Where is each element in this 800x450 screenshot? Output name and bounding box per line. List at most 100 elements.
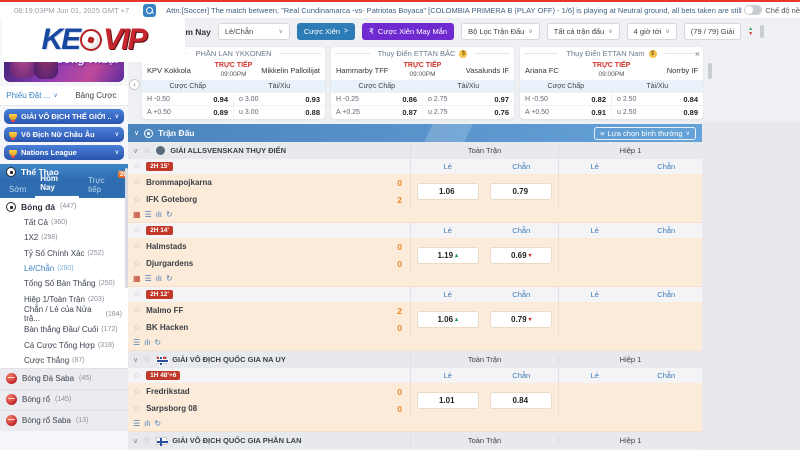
sidebar-item-saba-basketball[interactable]: Bóng rổ Saba (13) <box>0 410 128 431</box>
chevron-down-icon[interactable]: ∨ <box>133 147 138 155</box>
sidebar-item-world-cup[interactable]: GIẢI VÔ ĐỊCH THẾ GIỚI ... ∨ <box>4 109 124 124</box>
tab-bet-board[interactable]: Bảng Cược <box>64 86 128 105</box>
tab-bet-slip[interactable]: Phiếu Đặt ... ∨ <box>0 86 64 105</box>
star-icon[interactable]: ☆ <box>133 289 141 300</box>
star-icon[interactable]: ☆ <box>133 177 141 188</box>
league-count-chip[interactable]: (79 / 79) Giải <box>684 23 741 40</box>
refresh-icon[interactable]: ↻ <box>166 210 173 220</box>
star-icon[interactable]: ☆ <box>133 161 141 172</box>
home-team: Malmo FF <box>146 306 392 315</box>
star-icon[interactable]: ☆ <box>133 258 141 269</box>
star-icon[interactable]: ☆ <box>133 386 141 397</box>
stats-icon[interactable]: ılı <box>156 274 162 284</box>
star-icon[interactable]: ☆ <box>133 225 141 236</box>
search-icon[interactable] <box>143 4 156 17</box>
pitch-view-icon[interactable]: ▦ <box>133 274 141 284</box>
sort-icon[interactable]: ▲ ▼ <box>748 27 753 36</box>
all-matches-select[interactable]: Tất cả trận đấu ∨ <box>547 23 620 40</box>
featured-panel[interactable]: Thụy Điển ETTAN Nam$ Ariana FC TRỰC TIẾP… <box>520 47 703 119</box>
stats-icon[interactable]: ılı <box>144 338 150 348</box>
star-icon[interactable]: ☆ <box>143 354 151 365</box>
bet-type-select[interactable]: Lẻ/Chẵn ∨ <box>218 23 290 40</box>
league-header[interactable]: ∨ ☆ GIẢI ALLSVENSKAN THỤY ĐIỂN Toàn Trận… <box>128 142 702 159</box>
handicap-odds-cell[interactable]: A +0.250.87 <box>331 106 422 118</box>
odd-odds-button[interactable]: 1.06 <box>417 183 479 200</box>
markets-list-icon[interactable]: ☰ <box>145 274 152 284</box>
sidebar-item-all[interactable]: Tất Cả(360) <box>0 215 128 230</box>
star-icon[interactable]: ☆ <box>143 145 151 156</box>
home-team: Brommapojkarna <box>146 178 392 187</box>
odd-odds-button[interactable]: 1.01 <box>417 392 479 409</box>
even-odds-button[interactable]: 0.79▾ <box>490 311 552 328</box>
over-odds-cell[interactable]: o 3.000.93 <box>233 93 325 105</box>
lucky-parlay-button[interactable]: ₹ Cược Xiên May Mắn <box>362 23 454 40</box>
featured-panel[interactable]: Thụy Điển ETTAN BẮC$ Hammarby TFF TRỰC T… <box>331 47 514 119</box>
sidebar-item-1x2[interactable]: 1X2(298) <box>0 230 128 245</box>
odd-odds-button[interactable]: 1.06▴ <box>417 311 479 328</box>
handicap-odds-cell[interactable]: A +0.500.89 <box>142 106 233 118</box>
sidebar-item-correct-score[interactable]: Tỷ Số Chính Xác(252) <box>0 246 128 261</box>
panels-scrollbar[interactable] <box>708 63 712 79</box>
chevron-down-icon[interactable]: ∨ <box>133 437 138 445</box>
star-icon[interactable]: ☆ <box>133 194 141 205</box>
stats-icon[interactable]: ılı <box>144 419 150 429</box>
stats-icon[interactable]: ılı <box>156 210 162 220</box>
sidebar-item-saba-football[interactable]: Bóng Đá Saba (45) <box>0 368 128 389</box>
league-header[interactable]: ∨ ☆ GIẢI VÔ ĐỊCH QUỐC GIA PHẦN LAN Toàn … <box>128 432 702 449</box>
refresh-icon[interactable]: ↻ <box>154 419 161 429</box>
handicap-odds-cell[interactable]: H -0.500.82 <box>520 93 611 105</box>
handicap-odds-cell[interactable]: H -0.500.94 <box>142 93 233 105</box>
sidebar-item-odd-even[interactable]: Lẻ/Chẵn(280) <box>0 261 128 276</box>
markets-list-icon[interactable]: ☰ <box>145 210 152 220</box>
sidebar-item-football[interactable]: Bóng đá (447) <box>0 198 128 215</box>
close-icon[interactable]: × <box>695 49 700 59</box>
even-odds-button[interactable]: 0.84 <box>490 392 552 409</box>
star-icon[interactable]: ☆ <box>133 403 141 414</box>
odd-odds-button[interactable]: 1.19▴ <box>417 247 479 264</box>
pitch-view-icon[interactable]: ▦ <box>133 210 141 220</box>
star-icon[interactable]: ☆ <box>133 241 141 252</box>
sidebar-item-nations-league[interactable]: Nations League ∨ <box>4 145 124 160</box>
coin-icon: $ <box>649 50 657 58</box>
markets-list-icon[interactable]: ☰ <box>133 338 140 348</box>
tab-today[interactable]: Hôm Nay <box>35 172 79 198</box>
even-odds-button[interactable]: 0.69▾ <box>490 247 552 264</box>
toolbar-scrollbar[interactable] <box>760 25 764 38</box>
dark-mode-toggle[interactable] <box>744 5 762 15</box>
league-header[interactable]: ∨ ☆ GIẢI VÔ ĐỊCH QUỐC GIA NA UY Toàn Trậ… <box>128 351 702 368</box>
under-odds-cell[interactable]: u 2.500.89 <box>611 106 703 118</box>
parlay-button[interactable]: Cược Xiên > <box>297 23 355 40</box>
over-odds-cell[interactable]: o 2.500.84 <box>611 93 703 105</box>
live-label: TRỰC TIẾP <box>215 62 253 69</box>
collapse-panels-button[interactable]: ‹ <box>129 79 140 90</box>
sidebar-item-half-odd-even[interactable]: Chẵn / Lẻ của Nửa trậ...(184) <box>0 307 128 322</box>
match-filter-select[interactable]: Bộ Lọc Trận Đấu ∨ <box>461 23 540 40</box>
time-window-select[interactable]: 4 giờ tới ∨ <box>627 23 677 40</box>
sidebar-item-womens-euro[interactable]: Vô Địch Nữ Châu Âu ∨ <box>4 127 124 142</box>
chevron-down-icon[interactable]: ∨ <box>134 129 139 137</box>
sidebar-item-mix-parlay[interactable]: Cá Cược Tổng Hợp(318) <box>0 337 128 352</box>
tab-live[interactable]: Trực tiếp 203 <box>83 174 124 198</box>
star-icon[interactable]: ☆ <box>143 435 151 446</box>
refresh-icon[interactable]: ↻ <box>166 274 173 284</box>
sidebar-item-total-goals[interactable]: Tổng Số Bàn Thắng(250) <box>0 276 128 291</box>
sidebar-item-outright[interactable]: Cược Thắng(87) <box>0 353 128 368</box>
star-icon[interactable]: ☆ <box>133 305 141 316</box>
under-odds-cell[interactable]: u 2.750.76 <box>422 106 514 118</box>
even-odds-button[interactable]: 0.79 <box>490 183 552 200</box>
tab-early[interactable]: Sớm <box>4 183 31 198</box>
keovip-logo[interactable]: KE VIP <box>2 18 185 62</box>
dark-mode-toggle-group[interactable]: Chế độ nề <box>744 5 800 15</box>
sidebar-item-basketball[interactable]: Bóng rổ (145) <box>0 389 128 410</box>
star-icon[interactable]: ☆ <box>133 322 141 333</box>
markets-list-icon[interactable]: ☰ <box>133 419 140 429</box>
over-odds-cell[interactable]: o 2.750.97 <box>422 93 514 105</box>
under-odds-cell[interactable]: u 3.000.88 <box>233 106 325 118</box>
handicap-odds-cell[interactable]: A +0.500.91 <box>520 106 611 118</box>
chevron-down-icon[interactable]: ∨ <box>133 356 138 364</box>
handicap-odds-cell[interactable]: H -0.250.86 <box>331 93 422 105</box>
star-icon[interactable]: ☆ <box>133 370 141 381</box>
sidebar-item-first-last-goal[interactable]: Bàn thắng Đầu/ Cuối(172) <box>0 322 128 337</box>
refresh-icon[interactable]: ↻ <box>154 338 161 348</box>
view-mode-button[interactable]: ≡ Lựa chọn bình thường ∨ <box>594 127 696 140</box>
